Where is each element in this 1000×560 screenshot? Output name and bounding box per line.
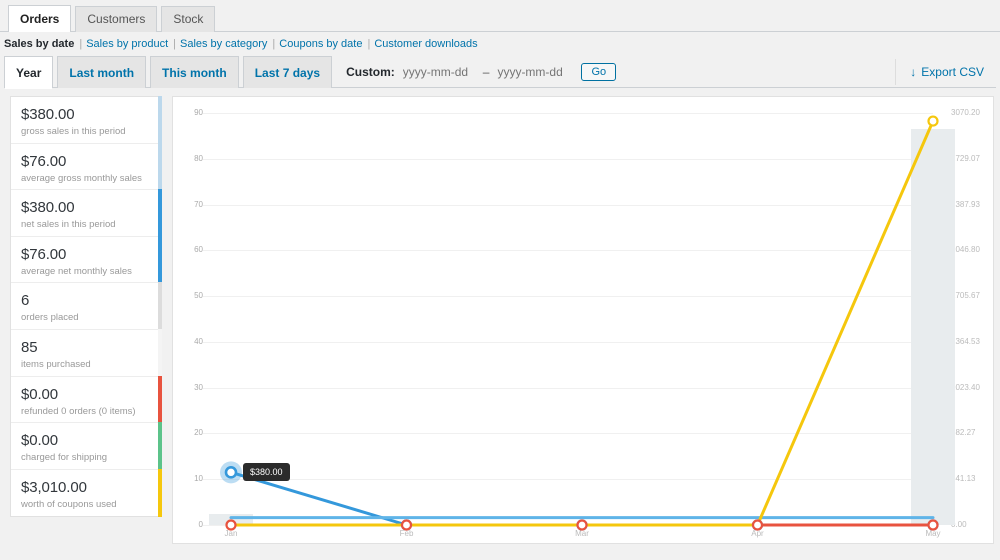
stat-net-sales[interactable]: $380.00 net sales in this period	[11, 189, 162, 237]
report-body: $380.00 gross sales in this period $76.0…	[0, 88, 1000, 558]
series-point	[400, 519, 413, 531]
stat-label: orders placed	[21, 312, 79, 324]
range-filter-last-month[interactable]: Last month	[57, 56, 147, 88]
stat-label: refunded 0 orders (0 items)	[21, 405, 136, 417]
stat-value: $0.00	[21, 432, 59, 450]
stat-label: gross sales in this period	[21, 126, 126, 137]
stat-label: average gross monthly sales	[21, 172, 142, 184]
stat-label: net sales in this period	[21, 219, 116, 231]
stat-color-stripe	[158, 468, 162, 518]
stat-value: $0.00	[21, 385, 59, 403]
custom-date-to-input[interactable]	[497, 64, 570, 79]
report-type-tabbar: Orders Customers Stock	[0, 0, 1000, 32]
download-arrow-icon: ↓	[910, 64, 917, 79]
tab-orders[interactable]: Orders	[8, 5, 72, 32]
custom-date-from-input[interactable]	[402, 64, 475, 79]
stat-value: $76.00	[21, 152, 67, 170]
subnav-item-sales-by-date: Sales by date	[4, 37, 75, 50]
stat-coupons-used[interactable]: $3,010.00 worth of coupons used	[11, 468, 162, 518]
date-range-filterbar: Year Last month This month Last 7 days C…	[4, 56, 996, 89]
export-csv-label: Export CSV	[921, 64, 984, 79]
sales-chart-panel[interactable]: 0 10 20 30 40 50 60 70 80 90 0.00 341.13 682.27 1023.…	[172, 96, 994, 544]
stat-label: items purchased	[21, 358, 91, 370]
subnav-item-customer-downloads[interactable]: Customer downloads	[374, 38, 477, 50]
stat-value: $3,010.00	[21, 478, 87, 496]
stat-orders-placed[interactable]: 6 orders placed	[11, 282, 162, 330]
series-point	[576, 519, 588, 531]
subnav-separator-3: |	[272, 37, 276, 50]
stat-label: charged for shipping	[21, 452, 108, 464]
stat-gross-sales[interactable]: $380.00 gross sales in this period	[11, 96, 162, 144]
custom-range-group: Custom: – Go	[336, 56, 617, 87]
stat-shipping[interactable]: $0.00 charged for shipping	[11, 422, 162, 470]
go-button[interactable]: Go	[581, 62, 617, 81]
stat-value: 6	[21, 292, 30, 310]
stat-color-stripe	[158, 282, 162, 330]
sales-summary-sidebar: $380.00 gross sales in this period $76.0…	[10, 96, 162, 518]
series-point	[225, 519, 237, 531]
subnav-separator-1: |	[79, 37, 83, 50]
stat-color-stripe	[158, 375, 162, 424]
stat-value: $76.00	[21, 245, 67, 263]
stat-average-net-monthly-sales[interactable]: $76.00 average net monthly sales	[11, 235, 162, 284]
stat-value: $380.00	[21, 106, 75, 123]
report-subnav: Sales by date | Sales by product | Sales…	[0, 32, 1000, 52]
date-range-dash: –	[482, 64, 490, 79]
series-line	[229, 119, 935, 527]
range-filter-this-month[interactable]: This month	[150, 56, 239, 88]
subnav-separator-4: |	[367, 37, 371, 50]
stat-value: 85	[21, 338, 38, 356]
stat-average-gross-monthly-sales[interactable]: $76.00 average gross monthly sales	[11, 142, 162, 191]
tab-customers[interactable]: Customers	[75, 6, 158, 32]
chart-plot-area[interactable]: 0 10 20 30 40 50 60 70 80 90 0.00 341.13 682.27 1023.…	[173, 97, 993, 543]
custom-range-label: Custom:	[346, 64, 395, 79]
stat-color-stripe	[158, 189, 162, 237]
series-point	[751, 519, 764, 531]
stat-color-stripe	[158, 96, 162, 144]
chart-tooltip: $380.00	[243, 463, 290, 482]
stat-refunded[interactable]: $0.00 refunded 0 orders (0 items)	[11, 375, 162, 424]
highlighted-point	[224, 466, 238, 479]
series-point	[927, 115, 939, 127]
stat-color-stripe	[158, 422, 162, 470]
chart-series-layer	[220, 115, 939, 531]
subnav-item-coupons-by-date[interactable]: Coupons by date	[279, 38, 362, 50]
stat-color-stripe	[158, 142, 162, 191]
subnav-item-sales-by-product[interactable]: Sales by product	[86, 38, 168, 50]
stat-value: $380.00	[21, 199, 75, 217]
range-filter-last-7-days[interactable]: Last 7 days	[242, 56, 333, 88]
stat-label: worth of coupons used	[21, 498, 117, 510]
stat-items-purchased[interactable]: 85 items purchased	[11, 328, 162, 377]
subnav-item-sales-by-category[interactable]: Sales by category	[180, 38, 267, 50]
subnav-separator-2: |	[173, 37, 176, 50]
stat-label: average net monthly sales	[21, 265, 132, 277]
tab-stock[interactable]: Stock	[161, 6, 216, 32]
stat-color-stripe	[158, 328, 162, 377]
range-filter-year[interactable]: Year	[4, 56, 54, 89]
export-csv-button[interactable]: ↓ Export CSV	[895, 58, 996, 85]
series-point	[927, 519, 939, 531]
stat-color-stripe	[158, 235, 162, 284]
